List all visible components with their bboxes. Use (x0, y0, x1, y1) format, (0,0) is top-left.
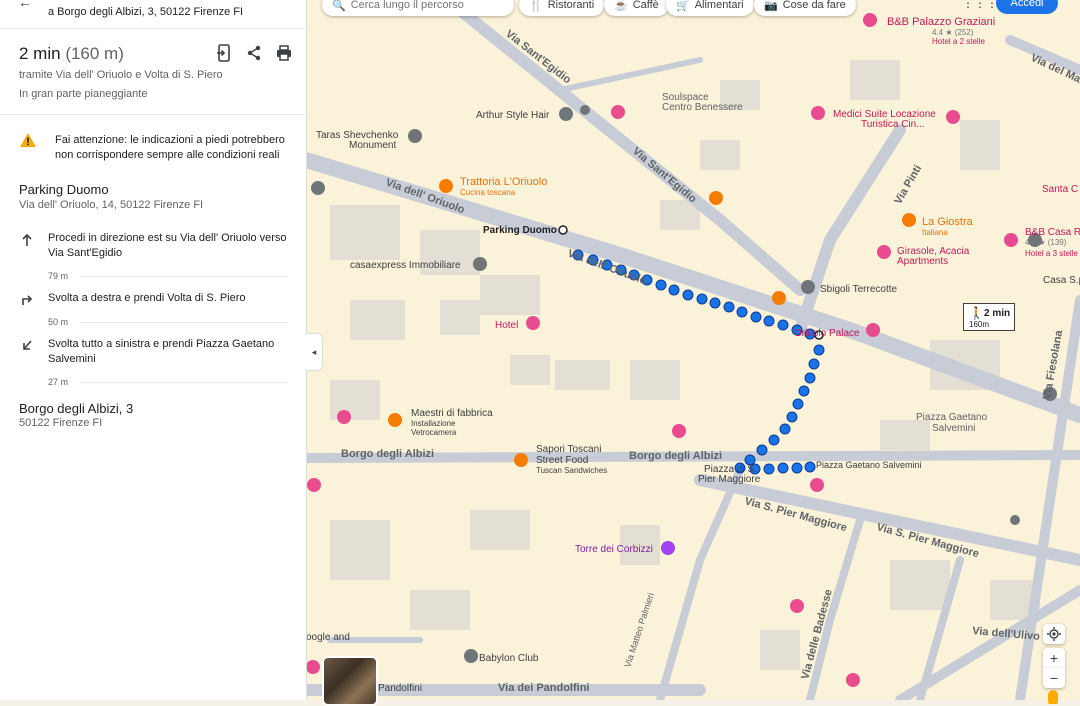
walking-warning: Fai attenzione: le indicazioni a piedi p… (55, 134, 285, 161)
step-divider (80, 382, 288, 383)
place-label: Salvemini (932, 423, 975, 434)
walking-icon: 🚶 (969, 306, 984, 320)
route-summary: 2 min (160 m) (19, 44, 124, 64)
place-label: Installazione (411, 419, 456, 428)
divider (0, 28, 306, 29)
target-icon (1047, 627, 1061, 641)
place-label: casaexpress Immobiliare (350, 260, 461, 271)
send-to-phone-icon[interactable] (215, 44, 233, 62)
place-label: Sbigoli Terrecotte (820, 284, 898, 295)
street-label: Borgo degli Albizi (341, 448, 434, 460)
destination-field[interactable]: a Borgo degli Albizi, 3, 50122 Firenze F… (48, 6, 243, 18)
route-duration-callout[interactable]: 🚶 2 min 160m (963, 303, 1015, 331)
chip-things-to-do[interactable]: 📷 Cose da fare (754, 0, 856, 16)
place-label: Hotel (495, 320, 518, 331)
map-canvas[interactable]: Via Sant'Egidio Via Sant'Egidio Via dell… (306, 0, 1080, 700)
street-label: Borgo degli Albizi (629, 450, 722, 462)
place-label: Parking Duomo (483, 225, 557, 236)
route-distance: (160 m) (65, 44, 124, 63)
place-label: Torre dei Corbizzi (575, 544, 653, 555)
place-label: B&B Casa R (1025, 227, 1080, 238)
divider (0, 114, 306, 115)
step-3[interactable]: Svolta tutto a sinistra e prendi Piazza … (48, 337, 294, 367)
place-label: Hotel a 3 stelle (1025, 249, 1078, 258)
sign-in-button[interactable]: Accedi (996, 0, 1058, 14)
place-label: 4.4 ★ (252) (932, 28, 974, 37)
place-label: Vetrocamera (411, 428, 457, 437)
step-3-distance: 27 m (48, 377, 69, 387)
turn-right-icon (20, 292, 38, 308)
place-label: Tuscan Sandwiches (536, 466, 607, 475)
place-label: 4.4 ★ (139) (1025, 238, 1067, 247)
place-label: Turistica Cin... (861, 119, 925, 130)
layers-thumbnail[interactable] (322, 656, 378, 706)
chip-restaurants[interactable]: 🍴 Ristoranti (519, 0, 605, 16)
cart-icon: 🛒 (676, 0, 690, 12)
step-1[interactable]: Procedi in direzione est su Via dell' Or… (48, 231, 294, 261)
pegman-icon[interactable] (1048, 690, 1058, 704)
place-label: Street Food (536, 455, 588, 466)
step-2-distance: 50 m (48, 317, 69, 327)
street-label: Piazza Gaetano Salvemini (816, 460, 922, 470)
sharp-left-icon (20, 339, 38, 355)
place-label: Casa S.p.A (1043, 275, 1080, 286)
end-place-address: 50122 Firenze FI (19, 417, 103, 429)
place-label: Monument (349, 140, 396, 151)
zoom-in-button[interactable]: + (1043, 648, 1065, 668)
place-label: Maestri di fabbrica (411, 408, 493, 419)
end-place-name[interactable]: Borgo degli Albizi, 3 (19, 401, 133, 416)
step-divider (80, 322, 288, 323)
my-location-button[interactable] (1043, 624, 1065, 644)
camera-icon: 📷 (764, 0, 778, 12)
place-label: Sapori Toscani (536, 444, 601, 455)
place-label: Cucina toscana (460, 188, 516, 197)
fork-knife-icon: 🍴 (529, 0, 543, 12)
place-label: Pandolfini (378, 683, 422, 694)
place-label: B&B Palazzo Graziani (887, 16, 995, 28)
print-icon[interactable] (275, 44, 293, 62)
place-label: Piazza Gaetano (916, 412, 988, 423)
collapse-panel-button[interactable]: ◂ (306, 333, 323, 371)
place-label: Pier Maggiore (698, 474, 761, 485)
warning-icon (19, 132, 37, 153)
place-label: Hotel a 2 stelle (932, 37, 985, 46)
place-label: Arthur Style Hair (476, 110, 550, 121)
place-label: Centro Benessere (662, 102, 743, 113)
start-place-name[interactable]: Parking Duomo (19, 182, 109, 197)
zoom-out-button[interactable]: − (1043, 668, 1065, 688)
chip-coffee[interactable]: ☕ Caffè (604, 0, 669, 16)
step-divider (80, 276, 288, 277)
chip-groceries[interactable]: 🛒 Alimentari (666, 0, 754, 16)
start-place-address: Via dell' Oriuolo, 14, 50122 Firenze FI (19, 199, 204, 211)
place-label: La Giostra (922, 216, 974, 228)
arrow-up-icon (20, 233, 38, 249)
directions-panel: ← a Borgo degli Albizi, 3, 50122 Firenze… (0, 0, 307, 700)
step-1-distance: 79 m (48, 271, 69, 281)
coffee-icon: ☕ (614, 0, 628, 12)
route-actions (215, 44, 293, 62)
route-via: tramite Via dell' Oriuolo e Volta di S. … (19, 69, 223, 81)
search-along-route-input[interactable]: 🔍 Cerca lungo il percorso (322, 0, 514, 16)
search-icon: 🔍 (332, 0, 346, 12)
share-icon[interactable] (245, 44, 263, 62)
place-label: Babylon Club (479, 653, 539, 664)
apps-grid-icon[interactable]: ⋮⋮⋮ (962, 0, 998, 10)
street-label: Via dei Pandolfini (498, 682, 589, 694)
map-svg: Via Sant'Egidio Via Sant'Egidio Via dell… (306, 0, 1080, 700)
place-label: Apartments (897, 256, 948, 267)
place-label: oogle and (306, 632, 350, 643)
route-duration: 2 min (19, 44, 61, 63)
place-label: Trattoria L'Oriuolo (460, 176, 547, 188)
back-arrow-icon[interactable]: ← (18, 0, 32, 10)
place-label: Italiana (922, 228, 948, 237)
step-2[interactable]: Svolta a destra e prendi Volta di S. Pie… (48, 291, 294, 306)
place-label: Oriuolo Palace (794, 328, 860, 339)
place-label: Santa C (1042, 184, 1078, 195)
route-terrain: In gran parte pianeggiante (19, 88, 148, 100)
